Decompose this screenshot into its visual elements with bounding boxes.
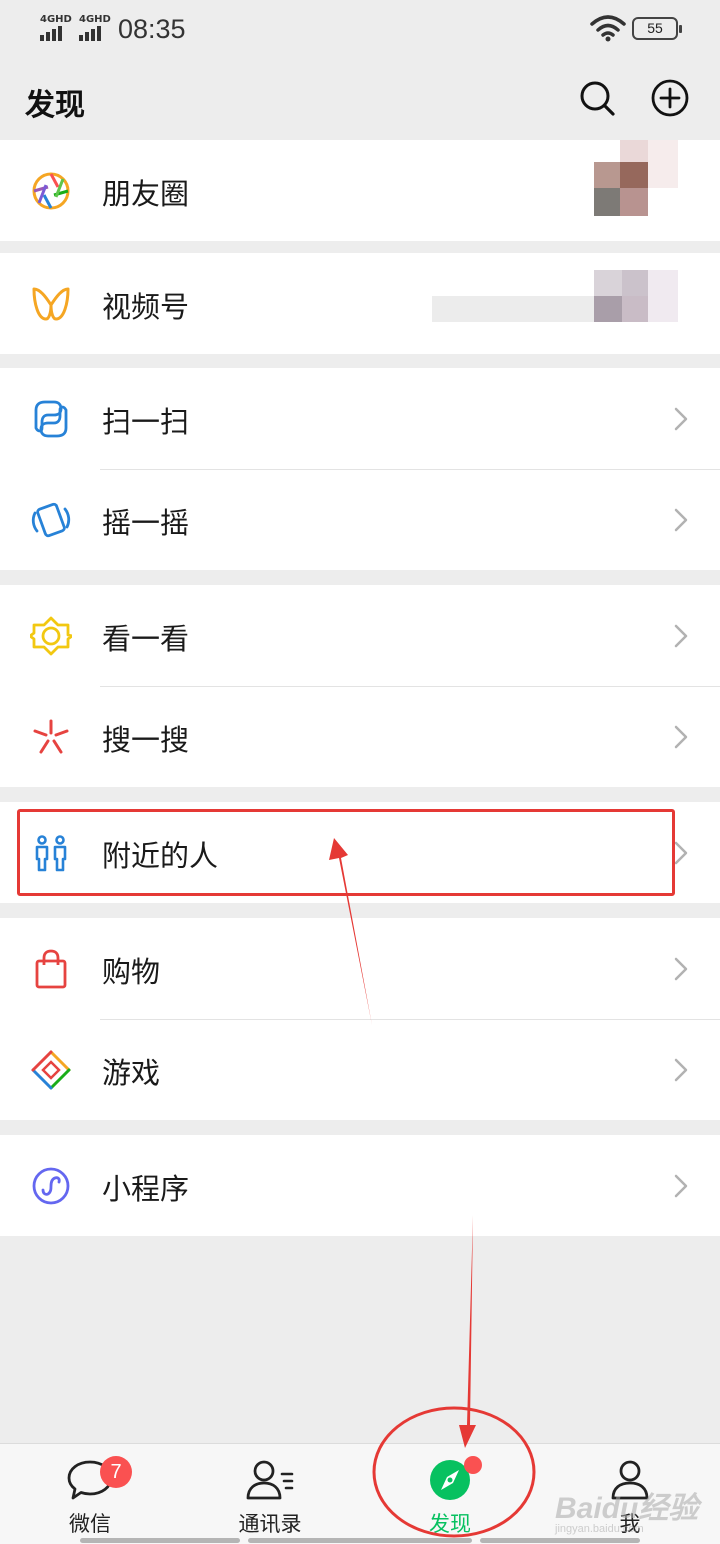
- menu-item-label: 游戏: [102, 1056, 161, 1090]
- mini-program-icon: [32, 1167, 70, 1205]
- contacts-icon: [246, 1460, 294, 1500]
- blurred-avatar: [648, 140, 678, 188]
- home-indicator: [480, 1538, 640, 1543]
- shake-icon: [31, 502, 71, 538]
- games-diamond-icon: [31, 1050, 71, 1090]
- blurred-preview: [432, 296, 594, 322]
- status-bar: 4GHD 4GHD 08:35 55: [0, 0, 720, 58]
- menu-item-channels[interactable]: 视频号: [0, 253, 720, 354]
- plus-circle-icon[interactable]: [650, 78, 690, 118]
- menu-item-label: 摇一摇: [102, 506, 190, 540]
- signal-bars-icon: [40, 26, 72, 41]
- page-title: 发现: [25, 88, 85, 123]
- shopping-bag-icon: [35, 949, 67, 989]
- menu-item-top-stories[interactable]: 看一看: [0, 585, 720, 686]
- blurred-thumbnail: [622, 270, 648, 296]
- cellular-signal-1: 4GHD: [40, 14, 72, 41]
- tab-label: 发现: [429, 1512, 471, 1536]
- network-type-label: 4GHD: [79, 14, 111, 25]
- channels-butterfly-icon: [32, 287, 70, 321]
- menu-item-label: 看一看: [102, 622, 190, 656]
- blurred-thumbnail: [622, 296, 648, 322]
- menu-item-search[interactable]: 搜一搜: [0, 686, 720, 787]
- chevron-right-icon: [674, 508, 688, 532]
- chevron-right-icon: [674, 725, 688, 749]
- tab-chats[interactable]: 7 微信: [0, 1444, 180, 1544]
- new-content-dot: [464, 1456, 482, 1474]
- tab-contacts[interactable]: 通讯录: [180, 1444, 360, 1544]
- group-shopping-games: 购物 游戏: [0, 918, 720, 1120]
- menu-item-label: 扫一扫: [102, 405, 190, 439]
- menu-item-games[interactable]: 游戏: [0, 1019, 720, 1120]
- group-mini-programs: 小程序: [0, 1135, 720, 1236]
- watermark-brand: Baidu经验: [555, 1492, 699, 1525]
- blurred-thumbnail: [594, 270, 622, 296]
- menu-item-mini-programs[interactable]: 小程序: [0, 1135, 720, 1236]
- tab-discover[interactable]: 发现: [360, 1444, 540, 1544]
- menu-item-label: 朋友圈: [102, 177, 190, 211]
- tab-label: 微信: [69, 1512, 111, 1536]
- blurred-avatar: [594, 188, 620, 216]
- tab-label: 通讯录: [238, 1512, 302, 1536]
- moments-aperture-icon: [32, 172, 70, 210]
- chevron-right-icon: [674, 624, 688, 648]
- cellular-signal-2: 4GHD: [79, 14, 111, 41]
- blurred-avatar: [620, 188, 648, 216]
- chevron-right-icon: [674, 957, 688, 981]
- status-time: 08:35: [118, 14, 186, 44]
- blurred-avatar: [594, 162, 620, 188]
- group-channels: 视频号: [0, 253, 720, 354]
- group-moments: 朋友圈: [0, 140, 720, 241]
- scan-icon: [34, 400, 68, 438]
- annotation-highlight-box: [17, 809, 675, 896]
- unread-badge: 7: [100, 1456, 132, 1488]
- chevron-right-icon: [674, 1174, 688, 1198]
- blurred-thumbnail: [648, 270, 678, 322]
- annotation-arrow-down: [459, 1215, 476, 1448]
- chevron-right-icon: [674, 407, 688, 431]
- network-type-label: 4GHD: [40, 14, 72, 25]
- home-indicator: [80, 1538, 240, 1543]
- menu-item-label: 小程序: [102, 1172, 190, 1206]
- blurred-thumbnail: [594, 296, 622, 322]
- header-bar: 发现: [0, 58, 720, 140]
- menu-item-label: 购物: [102, 955, 161, 989]
- search-star-icon: [33, 719, 69, 754]
- menu-item-label: 视频号: [102, 290, 190, 324]
- blurred-avatar: [620, 140, 648, 162]
- menu-item-scan[interactable]: 扫一扫: [0, 368, 720, 469]
- menu-item-label: 搜一搜: [102, 723, 190, 757]
- battery-indicator: 55: [632, 17, 682, 40]
- top-stories-icon: [30, 616, 72, 656]
- menu-item-moments[interactable]: 朋友圈: [0, 140, 720, 241]
- chevron-right-icon: [674, 1058, 688, 1082]
- home-indicator: [248, 1538, 472, 1543]
- group-top-stories-search: 看一看 搜一搜: [0, 585, 720, 787]
- search-icon[interactable]: [577, 78, 617, 118]
- menu-item-shopping[interactable]: 购物: [0, 918, 720, 1019]
- signal-bars-icon: [79, 26, 111, 41]
- group-scan-shake: 扫一扫 摇一摇: [0, 368, 720, 570]
- blurred-avatar: [620, 162, 648, 188]
- watermark: Baidu经验 jingyan.baidu.com: [555, 1483, 698, 1535]
- menu-item-shake[interactable]: 摇一摇: [0, 469, 720, 570]
- wifi-icon: [590, 15, 626, 42]
